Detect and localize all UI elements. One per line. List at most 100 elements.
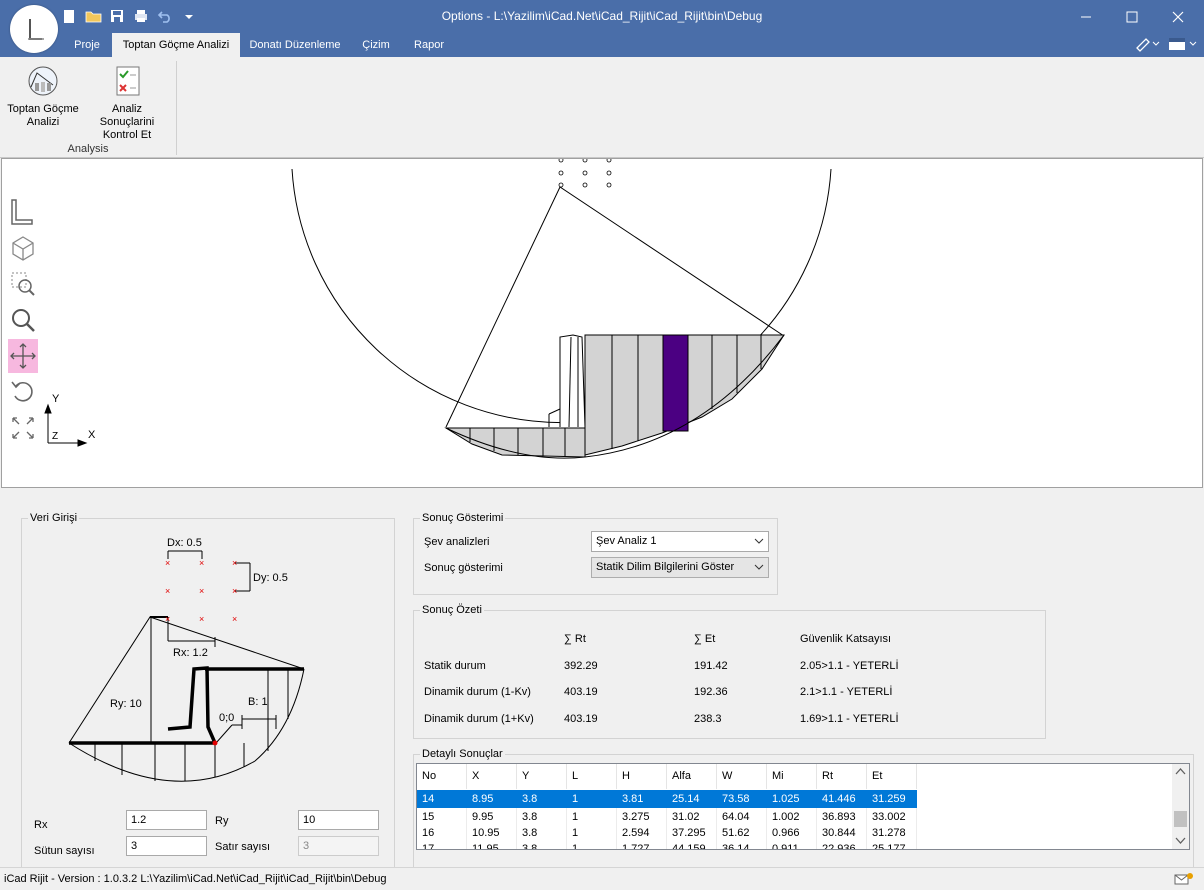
dinamik-1-kv-rt-value: 403.19 <box>564 686 598 698</box>
tab-donati-duzenleme[interactable]: Donatı Düzenleme <box>240 33 350 57</box>
veri-girisi-group: Veri Girişi × × × × × × × × × Dx: 0.5 Dy… <box>21 512 395 868</box>
col-header-l[interactable]: L <box>567 764 617 789</box>
col-header-rt[interactable]: Rt <box>817 764 867 789</box>
tab-toptan-gocme-analizi[interactable]: Toptan Göçme Analizi <box>112 33 240 57</box>
table-cell: 3.8 <box>517 840 567 849</box>
ry-label: Ry <box>215 815 229 827</box>
sonuc-ozeti-group: Sonuç Özeti ∑ Rt ∑ Et Güvenlik Katsayısı… <box>413 604 1046 739</box>
toptan-button-label-2: Analizi <box>26 116 60 128</box>
notification-icon[interactable] <box>1174 872 1196 890</box>
col-header-w[interactable]: W <box>717 764 767 789</box>
ribbon-display-options-icon[interactable] <box>1168 36 1198 55</box>
col-header-no[interactable]: No <box>417 764 467 789</box>
y-axis-label: Y <box>52 393 60 405</box>
ribbon-right-tools <box>1134 36 1198 55</box>
col-header-mi[interactable]: Mi <box>767 764 817 789</box>
ry-input[interactable]: 10 <box>298 810 379 830</box>
table-cell: 41.446 <box>817 790 867 808</box>
tab-rapor[interactable]: Rapor <box>402 33 456 57</box>
view-toolbox <box>8 195 38 447</box>
statik-rt-value: 392.29 <box>564 660 598 672</box>
detayli-sonuclar-title: Detaylı Sonuçlar <box>420 748 505 760</box>
guvenlik-katsayisi-header: Güvenlik Katsayısı <box>800 633 892 645</box>
zoom-window-tool[interactable] <box>8 267 38 301</box>
sev-analizleri-select[interactable]: Şev Analiz 1 <box>591 531 769 552</box>
dinamik-1-kv-et-value: 192.36 <box>694 686 728 698</box>
kontrol-button-label-1: Analiz Sonuçlarini <box>99 103 155 128</box>
maximize-button[interactable] <box>1109 0 1155 33</box>
sutun-sayisi-input[interactable]: 3 <box>126 836 207 856</box>
table-cell: 1.025 <box>767 790 817 808</box>
zoom-extents-tool[interactable] <box>8 411 38 445</box>
satir-sayisi-label: Satır sayısı <box>215 841 271 853</box>
col-header-h[interactable]: H <box>617 764 667 789</box>
drawing-canvas[interactable]: Y X Z <box>1 158 1203 488</box>
tab-cizim[interactable]: Çizim <box>352 33 400 57</box>
table-cell: 8.95 <box>467 790 517 808</box>
pan-arrows-icon <box>10 343 36 369</box>
sonuc-gosterimi-title: Sonuç Gösterimi <box>420 512 506 524</box>
statik-et-value: 191.42 <box>694 660 728 672</box>
svg-text:×: × <box>165 586 170 596</box>
pan-tool[interactable] <box>8 339 38 373</box>
col-header-x[interactable]: X <box>467 764 517 789</box>
table-cell: 0.911 <box>767 840 817 849</box>
dinamik-1p-kv-rt-value: 403.19 <box>564 713 598 725</box>
zoom-window-icon <box>11 272 35 296</box>
sum-et-header: ∑ Et <box>694 633 716 645</box>
3d-view-tool[interactable] <box>8 231 38 265</box>
plan-view-tool[interactable] <box>8 195 38 229</box>
table-cell: 17 <box>417 840 467 849</box>
col-header-alfa[interactable]: Alfa <box>667 764 717 789</box>
x-axis-label: X <box>88 429 96 441</box>
title-bar: Options - L:\Yazilim\iCad.Net\iCad_Rijit… <box>0 0 1204 33</box>
sonuc-ozeti-title: Sonuç Özeti <box>420 604 484 616</box>
svg-text:×: × <box>199 558 204 568</box>
table-cell: 14 <box>417 790 467 808</box>
slope-drawing: Y X Z <box>44 159 832 459</box>
col-header-y[interactable]: Y <box>517 764 567 789</box>
svg-text:×: × <box>165 558 170 568</box>
ribbon-group-separator <box>176 61 177 155</box>
dy-label: Dy: 0.5 <box>253 572 288 584</box>
table-cell: 44.159 <box>667 840 717 849</box>
toptan-gocme-analizi-button[interactable]: Toptan Göçme Analizi <box>6 65 80 129</box>
dinamik-1p-kv-gk-value: 1.69>1.1 - YETERLİ <box>800 713 899 725</box>
zoom-tool[interactable] <box>8 303 38 337</box>
dx-label: Dx: 0.5 <box>167 537 202 549</box>
tab-proje[interactable]: Proje <box>62 33 112 57</box>
sonuc-gosterimi-select[interactable]: Statik Dilim Bilgilerini Göster <box>591 557 769 578</box>
expand-icon <box>12 417 34 439</box>
rx-label: Rx <box>34 819 48 831</box>
cube-icon <box>12 236 34 261</box>
table-row[interactable]: 14 8.95 3.8 1 3.81 25.14 73.58 1.025 41.… <box>417 790 917 808</box>
minimize-button[interactable] <box>1063 0 1109 33</box>
dinamik-1-kv-gk-value: 2.1>1.1 - YETERLİ <box>800 686 893 698</box>
svg-text:×: × <box>199 586 204 596</box>
rotate-tool[interactable] <box>8 375 38 409</box>
close-button[interactable] <box>1155 0 1201 33</box>
sutun-sayisi-label: Sütun sayısı <box>34 845 95 857</box>
input-diagram: × × × × × × × × × Dx: 0.5 Dy: 0.5 Rx: 1.2 Ry: … <box>68 537 305 782</box>
chevron-down-icon <box>754 564 764 570</box>
detayli-sonuclar-table[interactable]: No X Y L H Alfa W Mi Rt Et 14 8.95 3.8 1… <box>416 763 1190 850</box>
col-header-et[interactable]: Et <box>867 764 917 789</box>
origin-label: 0;0 <box>219 712 234 724</box>
rx-input[interactable]: 1.2 <box>126 810 207 830</box>
table-row[interactable]: 17 11.95 3.8 1 1.727 44.159 36.14 0.911 … <box>417 840 917 849</box>
table-cell: 22.936 <box>817 840 867 849</box>
maximize-icon <box>1126 11 1138 22</box>
app-logo[interactable] <box>10 5 58 53</box>
svg-text:×: × <box>199 614 204 624</box>
svg-text:×: × <box>232 586 237 596</box>
satir-sayisi-input[interactable]: 3 <box>298 836 379 856</box>
analiz-sonuclarini-kontrol-et-button[interactable]: Analiz Sonuçlarini Kontrol Et <box>84 65 170 142</box>
minimize-icon <box>1081 16 1091 17</box>
table-cell: 1 <box>567 790 617 808</box>
table-cell: 25.177 <box>867 840 917 849</box>
statik-durum-label: Statik durum <box>424 660 486 672</box>
svg-text:×: × <box>232 558 237 568</box>
skin-palette-icon[interactable] <box>1134 36 1160 55</box>
status-bar: iCad Rijit - Version : 1.0.3.2 L:\Yazili… <box>0 867 1204 890</box>
table-vertical-scrollbar[interactable] <box>1172 764 1189 849</box>
